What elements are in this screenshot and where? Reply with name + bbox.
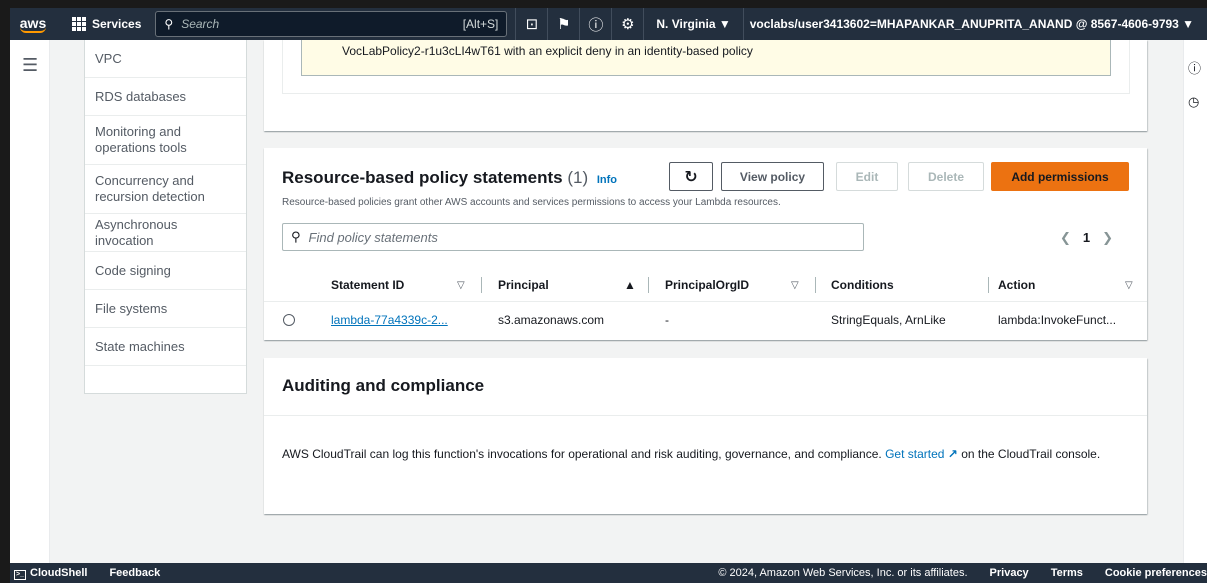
- resource-policy-description: Resource-based policies grant other AWS …: [282, 197, 781, 208]
- column-action[interactable]: Action ▽: [998, 268, 1138, 302]
- help-icon[interactable]: ⓘ: [579, 8, 611, 40]
- sidenav-item-file-systems[interactable]: File systems: [85, 290, 246, 328]
- resource-policy-count: (1): [567, 168, 589, 187]
- column-divider: [481, 277, 482, 293]
- statement-id-cell: lambda-77a4339c-2...: [331, 302, 448, 338]
- clock-icon[interactable]: ◷: [1188, 94, 1199, 110]
- settings-icon[interactable]: ⚙: [611, 8, 643, 40]
- info-link[interactable]: Info: [597, 174, 617, 186]
- policy-search-placeholder: Find policy statements: [308, 229, 438, 245]
- refresh-icon: ↻: [684, 168, 698, 186]
- cloudshell-button[interactable]: >_ CloudShell: [14, 567, 87, 580]
- function-side-nav: VPC RDS databases Monitoring and operati…: [84, 40, 247, 394]
- column-statement-id-label: Statement ID: [331, 278, 405, 292]
- search-placeholder: Search: [181, 17, 220, 31]
- external-link-icon: ↗: [947, 447, 958, 461]
- conditions-cell: StringEquals, ArnLike: [831, 313, 946, 327]
- cloudshell-icon[interactable]: ⊡: [515, 8, 547, 40]
- search-icon: ⚲: [291, 229, 301, 244]
- sidenav-item-concurrency[interactable]: Concurrency and recursion detection: [85, 165, 246, 214]
- column-divider: [648, 277, 649, 293]
- grid-icon: [72, 17, 86, 31]
- cloudshell-icon: >_: [14, 569, 26, 580]
- feedback-link[interactable]: Feedback: [109, 567, 160, 579]
- auditing-card: Auditing and compliance AWS CloudTrail c…: [264, 358, 1147, 514]
- divider: [264, 415, 1147, 416]
- refresh-button[interactable]: ↻: [669, 162, 713, 191]
- auditing-text-after: on the CloudTrail console.: [961, 447, 1101, 461]
- sort-up-icon: ▲: [624, 278, 636, 292]
- sidenav-item-rds[interactable]: RDS databases: [85, 78, 246, 116]
- column-conditions-label: Conditions: [831, 278, 894, 292]
- deny-alert-text: VocLabPolicy2-r1u3cLI4wT61 with an expli…: [342, 44, 753, 58]
- terms-link[interactable]: Terms: [1051, 567, 1083, 579]
- table-row[interactable]: lambda-77a4339c-2... s3.amazonaws.com - …: [264, 302, 1147, 338]
- resource-policy-title-text: Resource-based policy statements: [282, 168, 563, 187]
- sidenav-item-async[interactable]: Asynchronous invocation: [85, 214, 246, 252]
- chevron-left-icon[interactable]: ❮: [1060, 230, 1071, 246]
- info-icon[interactable]: ⓘ: [1188, 58, 1201, 77]
- cookie-preferences-link[interactable]: Cookie preferences: [1105, 567, 1207, 579]
- column-divider: [988, 277, 989, 293]
- top-navigation: aws Services ⚲ Search [Alt+S] ⊡ ⚑ ⓘ ⚙ N.…: [10, 8, 1207, 40]
- sidenav-item-monitoring[interactable]: Monitoring and operations tools: [85, 116, 246, 165]
- policy-search-input[interactable]: ⚲ Find policy statements: [282, 223, 864, 251]
- sort-down-icon: ▽: [1125, 279, 1133, 291]
- right-rail: ⓘ ◷: [1183, 40, 1207, 563]
- statement-id-link[interactable]: lambda-77a4339c-2...: [331, 313, 448, 327]
- sidenav-item-code-signing[interactable]: Code signing: [85, 252, 246, 290]
- auditing-title: Auditing and compliance: [282, 376, 485, 395]
- pagination: ❮ 1 ❯: [1060, 230, 1113, 246]
- global-search-input[interactable]: ⚲ Search [Alt+S]: [155, 11, 508, 37]
- aws-smile-icon: [20, 27, 46, 33]
- sidenav-item-state-machines[interactable]: State machines: [85, 328, 246, 366]
- principal-org-id-cell: -: [665, 313, 669, 327]
- view-policy-button[interactable]: View policy: [721, 162, 824, 191]
- auditing-text-before: AWS CloudTrail can log this function's i…: [282, 447, 882, 461]
- delete-button[interactable]: Delete: [908, 162, 984, 191]
- sort-down-icon: ▽: [791, 279, 799, 291]
- console-footer: >_ CloudShell Feedback © 2024, Amazon Web…: [10, 563, 1207, 583]
- permissions-card: VocLabPolicy2-r1u3cLI4wT61 with an expli…: [264, 40, 1147, 131]
- deny-alert: VocLabPolicy2-r1u3cLI4wT61 with an expli…: [301, 40, 1111, 76]
- search-shortcut: [Alt+S]: [462, 17, 499, 31]
- resource-policy-card: Resource-based policy statements (1) Inf…: [264, 148, 1147, 340]
- column-statement-id[interactable]: Statement ID ▽: [331, 268, 482, 302]
- region-selector[interactable]: N. Virginia ▼: [643, 8, 742, 40]
- add-permissions-button[interactable]: Add permissions: [991, 162, 1129, 191]
- sort-down-icon: ▽: [457, 279, 465, 291]
- privacy-link[interactable]: Privacy: [990, 567, 1029, 579]
- edit-button[interactable]: Edit: [836, 162, 898, 191]
- search-icon: ⚲: [164, 17, 174, 31]
- column-divider: [815, 277, 816, 293]
- principal-cell: s3.amazonaws.com: [498, 313, 605, 327]
- sidenav-item-vpc[interactable]: VPC: [85, 40, 246, 78]
- cloudshell-label: CloudShell: [30, 566, 88, 579]
- auditing-text: AWS CloudTrail can log this function's i…: [282, 444, 1132, 464]
- chevron-right-icon[interactable]: ❯: [1102, 230, 1113, 246]
- permissions-inner-panel: VocLabPolicy2-r1u3cLI4wT61 with an expli…: [282, 40, 1130, 94]
- resource-policy-title: Resource-based policy statements (1) Inf…: [282, 168, 617, 188]
- column-action-label: Action: [998, 278, 1036, 292]
- account-menu[interactable]: voclabs/user3413602=MHAPANKAR_ANUPRITA_A…: [742, 8, 1200, 40]
- services-menu-button[interactable]: Services: [72, 17, 141, 31]
- column-principal-org-id[interactable]: PrincipalOrgID ▽: [665, 268, 816, 302]
- left-rail: ☰: [10, 40, 50, 563]
- copyright-text: © 2024, Amazon Web Services, Inc. or its…: [718, 567, 968, 579]
- action-cell: lambda:InvokeFunct...: [998, 313, 1117, 327]
- row-select-cell: [283, 302, 295, 338]
- bell-icon[interactable]: ⚑: [547, 8, 579, 40]
- column-principal-label: Principal: [498, 278, 549, 292]
- row-radio[interactable]: [283, 314, 295, 326]
- policy-table-header: Statement ID ▽ Principal ▲ PrincipalOrgI…: [264, 268, 1147, 302]
- column-principal-org-id-label: PrincipalOrgID: [665, 278, 750, 292]
- menu-icon[interactable]: ☰: [22, 55, 38, 76]
- services-label: Services: [92, 17, 142, 31]
- page-number[interactable]: 1: [1083, 230, 1090, 246]
- app-body: ☰ VPC RDS databases Monitoring and opera…: [10, 40, 1207, 563]
- column-principal[interactable]: Principal ▲: [498, 268, 649, 302]
- get-started-link[interactable]: Get started: [885, 447, 944, 461]
- aws-logo[interactable]: aws: [10, 8, 56, 40]
- column-conditions[interactable]: Conditions: [831, 268, 991, 302]
